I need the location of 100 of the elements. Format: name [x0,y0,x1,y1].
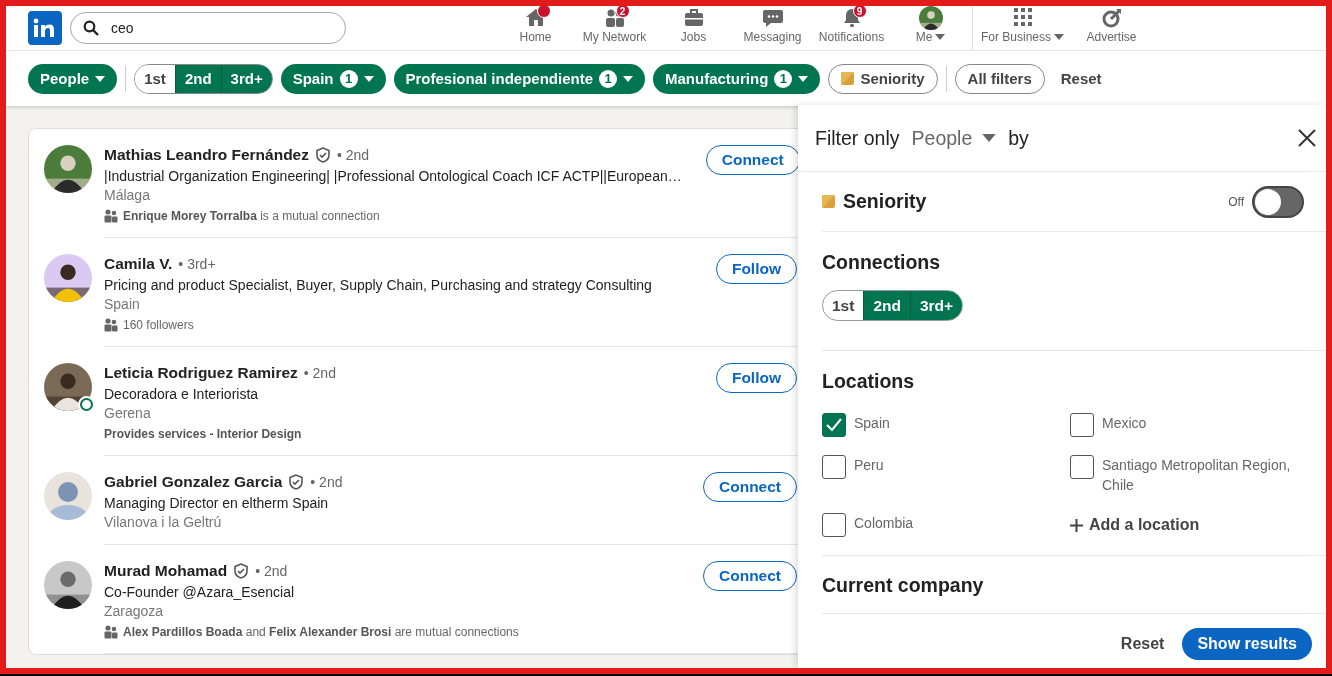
nav-item[interactable]: 2 My Network [575,6,654,50]
nav-item[interactable]: Me [891,6,970,50]
insight-text: Provides services - Interior Design [104,427,302,441]
notification-badge: 2 [615,6,630,18]
headline: Pricing and product Specialist, Buyer, Supply Chain, Purchasing and strategy Consulting [104,277,653,293]
caret-icon [623,75,634,82]
section-title: Locations [822,370,916,393]
connection-tab[interactable]: 1st [823,291,864,320]
follow-button[interactable]: Follow [715,254,797,284]
nav-item[interactable]: Advertise [1072,6,1151,50]
connection-degree: • 2nd [310,474,343,490]
toggle-switch[interactable] [1252,185,1304,218]
headline: Co-Founder @Azara_Esencial [104,584,296,600]
nav-label: Me [915,30,933,44]
count-badge: 1 [339,69,358,88]
location: Spain [104,296,141,312]
connection-degree: • 3rd+ [178,256,216,272]
insight-text: Alex Pardillos Boada and Felix Alexander Brosi are mutual connections [123,625,519,639]
plus-icon [1070,518,1083,532]
person-name[interactable]: Gabriel Gonzalez Garcia [104,473,283,491]
filter-pill[interactable]: All filters [954,63,1045,94]
checkbox[interactable] [822,413,846,437]
nav-item[interactable]: Jobs [654,6,733,50]
search-icon [83,20,99,36]
close-icon[interactable] [1298,129,1316,147]
people-icon [104,625,118,639]
reset-link[interactable]: Reset [1052,70,1110,87]
location: Zaragoza [104,603,165,619]
filter-pill[interactable]: Spain 1 [280,63,386,94]
toggle-state: Off [1228,194,1244,209]
headline: Managing Director en eltherm Spain [104,495,330,511]
person-name[interactable]: Murad Mohamad [104,562,228,580]
connection-degree: • 2nd [255,563,288,579]
nav-label: Jobs [680,30,707,44]
filter-pill[interactable]: People [28,63,118,94]
add-location-button[interactable]: Add a location [1070,513,1320,537]
square-icon [822,195,835,208]
caret-icon [798,75,809,82]
section-title: Seniority [843,190,927,213]
connect-button[interactable]: Connect [705,145,800,175]
nav-item[interactable]: For Business [972,6,1072,50]
connect-button[interactable]: Connect [703,472,797,502]
connection-tab[interactable]: 3rd+ [909,291,963,320]
square-icon [841,72,855,85]
panel-title: Filter only [815,126,900,150]
connection-degree: • 2nd [303,365,336,381]
nav-label: My Network [582,30,647,44]
type-dropdown[interactable]: People [911,126,997,150]
insight-text: 160 followers [123,318,194,332]
nav-item[interactable]: Home [496,6,575,50]
nav-label: For Business [981,30,1051,44]
filter-pill[interactable]: Seniority [828,63,938,94]
checkbox[interactable] [822,455,846,479]
connection-tab[interactable]: 3rd+ [220,64,272,93]
panel-title: by [1008,126,1029,150]
nav-label: Notifications [818,30,885,44]
location: Gerena [104,405,152,421]
person-name[interactable]: Leticia Rodriguez Ramirez [104,364,298,382]
people-icon [104,318,118,332]
caret-icon [363,75,374,82]
show-results-button[interactable]: Show results [1182,628,1312,660]
caret-icon [95,75,106,82]
location: Vilanova i la Geltrú [104,514,223,530]
nav-item[interactable]: Messaging [733,6,812,50]
section-title: Connections [822,251,942,274]
option-label[interactable]: Colombia [854,513,914,533]
option-label[interactable]: Mexico [1102,413,1147,433]
nav-label: Messaging [743,30,802,44]
nav-label: Advertise [1086,30,1137,44]
logo-mark-icon [33,18,57,38]
checkbox[interactable] [1070,413,1094,437]
person-name[interactable]: Camila V. [104,255,173,273]
checkbox[interactable] [1070,455,1094,479]
person-name[interactable]: Mathias Leandro Fernández [104,146,309,164]
filter-pill[interactable]: Profesional independiente 1 [393,63,646,94]
checkbox[interactable] [822,513,846,537]
location: Málaga [104,187,151,203]
logo[interactable] [28,11,62,45]
reset-link[interactable]: Reset [1120,635,1165,653]
search-field[interactable]: ceo [70,12,346,44]
connection-tab[interactable]: 2nd [174,64,221,93]
connection-tab[interactable]: 2nd [863,291,910,320]
section-title: Current company [822,574,985,597]
check-icon [826,418,842,432]
nav-item[interactable]: 9 Notifications [812,6,891,50]
nav-label: Home [519,30,552,44]
option-label[interactable]: Spain [854,413,890,433]
option-label[interactable]: Santiago Metropolitan Region, Chile [1102,455,1302,495]
connection-degree: • 2nd [337,147,370,163]
count-badge: 1 [599,69,618,88]
headline: |Industrial Organization Engineering| |Professional Ontological Coach ICF ACTP||European… [104,168,682,184]
count-badge: 1 [774,69,793,88]
follow-button[interactable]: Follow [715,363,797,393]
people-icon [104,209,118,223]
headline: Decoradora e Interiorista [104,386,260,402]
caret-icon [982,134,997,142]
option-label[interactable]: Peru [854,455,884,475]
filter-pill[interactable]: Manufacturing 1 [653,63,821,94]
connect-button[interactable]: Connect [703,561,797,591]
insight-text: Enrique Morey Torralba is a mutual connection [123,209,380,223]
